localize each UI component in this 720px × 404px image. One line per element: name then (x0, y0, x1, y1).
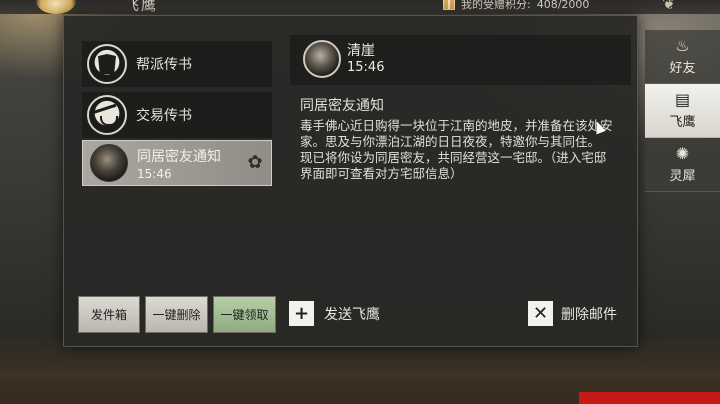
scroll-icon: ▤ (674, 90, 691, 109)
lantern-icon: ✺ (675, 144, 690, 163)
mail-heading: 同居密友通知 (300, 98, 384, 114)
bottom-red-bar (579, 392, 720, 404)
mail-panel: 帮派传书 交易传书 同居密友通知 15:46 ✿ 发件箱 一键删除 一键领取 清… (63, 15, 638, 347)
delete-all-button[interactable]: 一键删除 (145, 296, 208, 333)
mail-item-trade[interactable]: 交易传书 (82, 92, 272, 138)
sender-header: 清崖 15:46 (290, 35, 631, 85)
mail-list-actions: 发件箱 一键删除 一键领取 (78, 296, 276, 333)
mail-body: 毒手佛心近日购得一块位于江南的地皮，并准备在该处安家。思及与你漂泊江湖的日日夜夜… (300, 118, 618, 182)
claim-all-button[interactable]: 一键领取 (213, 296, 276, 333)
mail-item-title: 帮派传书 (136, 57, 192, 73)
teapot-icon: ♨ (675, 36, 690, 55)
top-bar (0, 0, 720, 14)
balance-scale-icon (87, 95, 127, 135)
mail-item-title: 同居密友通知 (137, 148, 221, 165)
side-tabs: ♨ 好友 ▤ 飞鹰 ✺ 灵犀 (645, 30, 720, 200)
outbox-button[interactable]: 发件箱 (78, 296, 140, 333)
sender-name: 清崖 (347, 43, 375, 59)
mail-item-time: 15:46 (137, 166, 172, 181)
close-icon: ✕ (528, 301, 553, 326)
mail-item-title: 交易传书 (136, 108, 192, 124)
tab-label: 飞鹰 (669, 115, 696, 130)
mail-list: 帮派传书 交易传书 同居密友通知 15:46 ✿ (78, 38, 273, 338)
sect-gate-icon (87, 44, 127, 84)
plus-icon: + (289, 301, 314, 326)
ornament-icon: ❦ (662, 0, 676, 13)
mail-item-cohabit[interactable]: 同居密友通知 15:46 ✿ (82, 140, 272, 186)
gift-icon (443, 0, 455, 10)
feather-seal-icon: ✿ (247, 152, 263, 173)
avatar (90, 144, 128, 182)
delete-mail-button[interactable]: ✕ 删除邮件 (528, 301, 617, 326)
score-label: 我的受赠积分: (461, 0, 531, 11)
mail-item-sect[interactable]: 帮派传书 (82, 41, 272, 87)
tab-label: 好友 (669, 61, 696, 76)
sender-avatar[interactable] (303, 40, 341, 78)
tab-lingxi[interactable]: ✺ 灵犀 (645, 138, 720, 192)
page-title: 飞鹰 (124, 0, 159, 14)
mail-body-paragraph: 毒手佛心近日购得一块位于江南的地皮，并准备在该处安家。思及与你漂泊江湖的日日夜夜… (300, 118, 613, 149)
score-display: 我的受赠积分: 408/2000 (443, 0, 589, 12)
score-value: 408/2000 (536, 0, 590, 11)
mail-body-paragraph: 现已将你设为同居密友，共同经营这一宅邸。（进入宅邸界面即可查看对方宅邸信息） (300, 150, 607, 181)
delete-mail-label: 删除邮件 (561, 306, 617, 323)
tab-flying-eagle[interactable]: ▤ 飞鹰 (645, 84, 720, 138)
sender-time: 15:46 (347, 60, 385, 75)
send-eagle-label: 发送飞鹰 (324, 306, 380, 323)
tab-label: 灵犀 (669, 169, 696, 184)
send-eagle-button[interactable]: + 发送飞鹰 (289, 301, 380, 326)
tab-friends[interactable]: ♨ 好友 (645, 30, 720, 84)
